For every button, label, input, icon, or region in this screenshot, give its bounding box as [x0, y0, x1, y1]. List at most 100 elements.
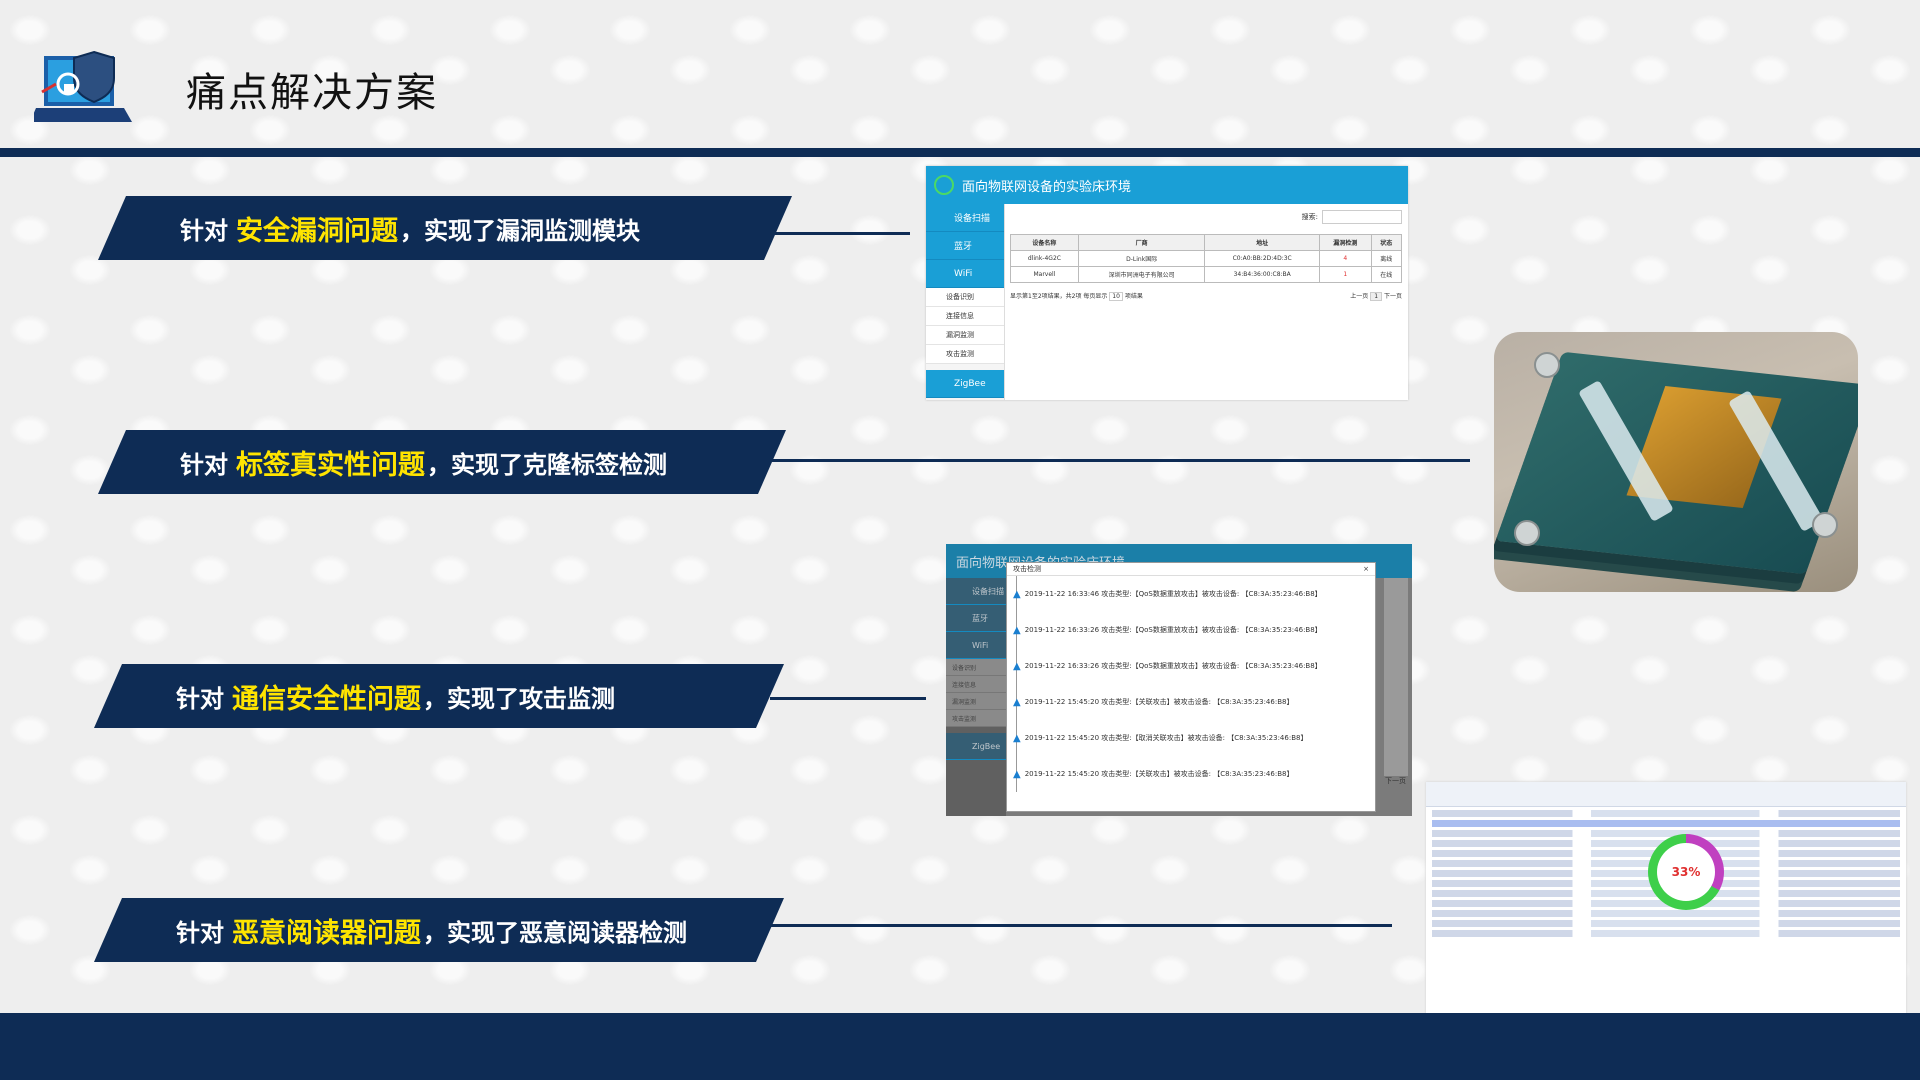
- pagination: 显示第1至2项结果，共2项 每页显示 10 项结果 上一页 1 下一页: [1010, 291, 1402, 301]
- event-text: 2019-11-22 15:45:20 攻击类型:【关联攻击】被攻击设备: 【C…: [1024, 698, 1294, 706]
- table-cell: 34:B4:36:00:C8:BA: [1204, 266, 1320, 283]
- warning-icon: ▲: [1013, 732, 1021, 744]
- banner-highlight: 通信安全性问题: [232, 683, 421, 715]
- sidebar-item-device-scan[interactable]: 设备扫描: [926, 204, 1004, 232]
- vulnerability-monitor-screenshot: 面向物联网设备的实验床环境 设备扫描 蓝牙 WiFi 设备识别 连接信息 漏洞监…: [926, 166, 1408, 400]
- page-title: 痛点解决方案: [186, 70, 438, 116]
- event-text: 2019-11-22 16:33:26 攻击类型:【QoS数据重放攻击】被攻击设…: [1024, 662, 1322, 670]
- list-item: [1432, 920, 1900, 927]
- connector-line: [770, 232, 910, 235]
- banner-malicious-reader: 针对 恶意阅读器问题 ，实现了恶意阅读器检测: [94, 898, 784, 962]
- sidebar-subitem[interactable]: 连接信息: [946, 676, 1006, 693]
- app-header: 面向物联网设备的实验床环境: [926, 166, 1408, 204]
- table-row[interactable]: dlink-4G2C D-Link国际 C0:A0:BB:2D:4D:3C 4 …: [1010, 250, 1403, 267]
- sidebar-item-zigbee[interactable]: ZigBee: [926, 370, 1004, 398]
- page-size-select[interactable]: 10: [1109, 292, 1123, 301]
- sidebar-item-zigbee[interactable]: ZigBee: [946, 733, 1006, 760]
- banner-highlight: 恶意阅读器问题: [232, 917, 421, 949]
- list-item: ▲ 2019-11-22 16:33:26 攻击类型:【QoS数据重放攻击】被攻击…: [1013, 612, 1375, 648]
- table-cell: 离线: [1370, 250, 1403, 267]
- banner-suffix: ，实现了克隆标签检测: [427, 450, 667, 479]
- sidebar-subitem[interactable]: 设备识别: [926, 288, 1004, 307]
- column-header[interactable]: 状态: [1370, 234, 1403, 251]
- table-cell: 4: [1318, 250, 1372, 267]
- table-cell: 深圳市同洲电子有限公司: [1077, 266, 1206, 283]
- banner-highlight: 标签真实性问题: [236, 449, 425, 481]
- table-cell: D-Link国际: [1077, 250, 1206, 267]
- sidebar-item-wifi[interactable]: WiFi: [946, 632, 1006, 659]
- progress-label: 33%: [1657, 843, 1715, 901]
- list-item: [1432, 830, 1900, 837]
- search-input[interactable]: [1322, 210, 1402, 224]
- pagination-suffix: 项结果: [1124, 293, 1143, 300]
- pagination-info: 显示第1至2项结果，共2项 每页显示: [1010, 293, 1108, 300]
- column-header[interactable]: 漏洞检测: [1318, 234, 1372, 251]
- table-row[interactable]: Marvell 深圳市同洲电子有限公司 34:B4:36:00:C8:BA 1 …: [1010, 266, 1403, 283]
- table-cell: C0:A0:BB:2D:4D:3C: [1204, 250, 1320, 267]
- banner-prefix: 针对: [176, 684, 224, 713]
- list-item: [1432, 910, 1900, 917]
- table-cell: Marvell: [1010, 266, 1079, 283]
- screw: [1514, 520, 1540, 546]
- prev-page-button[interactable]: 上一页: [1350, 293, 1368, 300]
- banner-vulnerability: 针对 安全漏洞问题 ，实现了漏洞监测模块: [98, 196, 792, 260]
- event-text: 2019-11-22 16:33:26 攻击类型:【QoS数据重放攻击】被攻击设…: [1024, 626, 1322, 634]
- banner-suffix: ，实现了漏洞监测模块: [400, 216, 640, 245]
- table-cell: 1: [1318, 266, 1372, 283]
- footer-bar: [0, 1013, 1920, 1080]
- column-header[interactable]: 设备名称: [1010, 234, 1079, 251]
- table-status-column: [1384, 578, 1408, 776]
- device-table: 设备名称 厂商 地址 漏洞检测 状态 dlink-4G2C D-Link国际 C…: [1010, 234, 1403, 283]
- connector-line: [770, 459, 1470, 462]
- list-item: ▲ 2019-11-22 16:33:46 攻击类型:【QoS数据重放攻击】被攻击…: [1013, 576, 1375, 612]
- banner-prefix: 针对: [176, 918, 224, 947]
- app-title: 面向物联网设备的实验床环境: [962, 179, 1132, 195]
- toolbar: [1426, 782, 1906, 807]
- sidebar-item-wifi[interactable]: WiFi: [926, 260, 1004, 288]
- next-page-button[interactable]: 下一页: [1385, 776, 1406, 786]
- banner-suffix: ，实现了攻击监测: [423, 684, 615, 713]
- dialog-title: 攻击检测: [1013, 565, 1041, 573]
- list-item-selected: [1432, 820, 1900, 827]
- warning-icon: ▲: [1013, 660, 1021, 672]
- banner-suffix: ，实现了恶意阅读器检测: [423, 918, 687, 947]
- page-number-button[interactable]: 1: [1370, 292, 1383, 301]
- screw: [1812, 512, 1838, 538]
- sidebar-item-device-scan[interactable]: 设备扫描: [946, 578, 1006, 605]
- sidebar-subitem[interactable]: 攻击监测: [946, 710, 1006, 727]
- header-divider: [0, 148, 1920, 157]
- sidebar-item-bluetooth[interactable]: 蓝牙: [926, 232, 1004, 260]
- sidebar-subitem[interactable]: 设备识别: [946, 659, 1006, 676]
- close-icon[interactable]: ×: [1363, 565, 1369, 573]
- table-cell: dlink-4G2C: [1010, 250, 1079, 267]
- sidebar-item-bluetooth[interactable]: 蓝牙: [946, 605, 1006, 632]
- list-item: [1432, 810, 1900, 817]
- warning-icon: ▲: [1013, 588, 1021, 600]
- column-header[interactable]: 地址: [1204, 234, 1320, 251]
- banner-highlight: 安全漏洞问题: [236, 215, 398, 247]
- warning-icon: ▲: [1013, 768, 1021, 780]
- column-header[interactable]: 厂商: [1077, 234, 1206, 251]
- progress-ring: 33%: [1648, 834, 1724, 910]
- banner-prefix: 针对: [180, 216, 228, 245]
- list-item: ▲ 2019-11-22 15:45:20 攻击类型:【关联攻击】被攻击设备: 【…: [1013, 684, 1375, 720]
- attack-detection-dialog: 攻击检测 × ▲ 2019-11-22 16:33:46 攻击类型:【QoS数据重…: [1006, 562, 1376, 812]
- banner-tag-authenticity: 针对 标签真实性问题 ，实现了克隆标签检测: [98, 430, 786, 494]
- table-cell: 在线: [1370, 266, 1403, 283]
- next-page-button[interactable]: 下一页: [1384, 293, 1402, 300]
- rfid-hardware-photo: [1494, 332, 1858, 592]
- search-label: 搜索:: [1301, 213, 1318, 221]
- sidebar: 设备扫描 蓝牙 WiFi 设备识别 连接信息 漏洞监测 攻击监测 ZigBee: [926, 204, 1005, 400]
- sidebar-subitem[interactable]: 漏洞监测: [926, 326, 1004, 345]
- malicious-reader-screenshot: 33%: [1426, 782, 1906, 1014]
- sidebar-subitem[interactable]: 漏洞监测: [946, 693, 1006, 710]
- event-text: 2019-11-22 15:45:20 攻击类型:【关联攻击】被攻击设备: 【C…: [1024, 770, 1294, 778]
- screw: [1534, 352, 1560, 378]
- main-content: 搜索: 设备名称 厂商 地址 漏洞检测 状态 dlink-4G2C D-Link…: [1010, 210, 1403, 301]
- attack-monitor-screenshot: 面向物联网设备的实验床环境 设备扫描 蓝牙 WiFi 设备识别 连接信息 漏洞监…: [946, 544, 1412, 816]
- sidebar-subitem[interactable]: 连接信息: [926, 307, 1004, 326]
- sidebar: 设备扫描 蓝牙 WiFi 设备识别 连接信息 漏洞监测 攻击监测 ZigBee: [946, 578, 1006, 816]
- sidebar-subitem[interactable]: 攻击监测: [926, 345, 1004, 364]
- list-item: ▲ 2019-11-22 15:45:20 攻击类型:【关联攻击】被攻击设备: 【…: [1013, 756, 1375, 792]
- list-item: ▲ 2019-11-22 15:45:20 攻击类型:【取消关联攻击】被攻击设备:…: [1013, 720, 1375, 756]
